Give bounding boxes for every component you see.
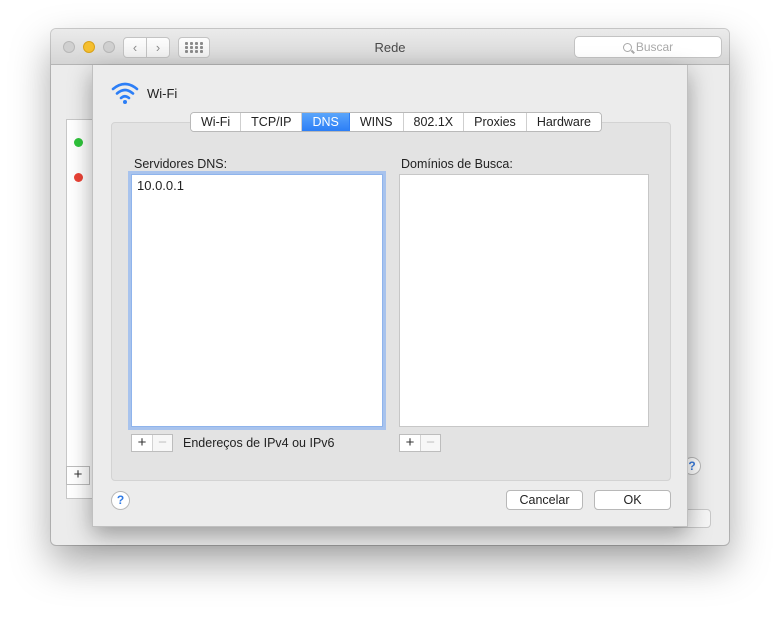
help-button[interactable]: ? xyxy=(111,491,130,510)
tab-wins[interactable]: WINS xyxy=(349,113,404,131)
status-connected-icon xyxy=(74,138,83,147)
dns-servers-list[interactable]: 10.0.0.1 xyxy=(131,174,383,427)
tab-bar: Wi-Fi TCP/IP DNS WINS 802.1X Proxies Har… xyxy=(190,112,602,132)
tab-tcpip[interactable]: TCP/IP xyxy=(241,113,303,131)
tab-wifi[interactable]: Wi-Fi xyxy=(191,113,242,131)
search-domains-label: Domínios de Busca: xyxy=(401,157,513,171)
tab-8021x[interactable]: 802.1X xyxy=(403,113,465,131)
search-field[interactable]: Buscar xyxy=(574,36,722,58)
tab-proxies[interactable]: Proxies xyxy=(464,113,527,131)
search-placeholder: Buscar xyxy=(635,40,674,54)
add-service-button[interactable]: + xyxy=(66,466,90,485)
dns-servers-label: Servidores DNS: xyxy=(134,157,228,171)
remove-dns-server-button[interactable]: − xyxy=(152,435,172,451)
dns-servers-add-remove: + − xyxy=(131,434,173,452)
add-dns-server-button[interactable]: + xyxy=(132,435,152,451)
ok-button[interactable]: OK xyxy=(594,490,671,510)
search-icon xyxy=(622,42,632,52)
search-domains-add-remove: + − xyxy=(399,434,441,452)
tab-hardware[interactable]: Hardware xyxy=(526,113,601,131)
search-domains-list[interactable] xyxy=(399,174,649,427)
tab-dns[interactable]: DNS xyxy=(302,113,350,131)
interface-name: Wi-Fi xyxy=(147,86,178,101)
dns-hint-text: Endereços de IPv4 ou IPv6 xyxy=(183,436,335,450)
cancel-button[interactable]: Cancelar xyxy=(506,490,583,510)
advanced-settings-sheet: Wi-Fi Wi-Fi TCP/IP DNS WINS 802.1X Proxi… xyxy=(92,65,688,527)
wifi-icon xyxy=(111,82,139,104)
remove-search-domain-button[interactable]: − xyxy=(420,435,440,451)
add-search-domain-button[interactable]: + xyxy=(400,435,420,451)
title-bar: ‹ › Rede Buscar xyxy=(51,29,729,65)
list-item[interactable]: 10.0.0.1 xyxy=(137,178,184,193)
status-disconnected-icon xyxy=(74,173,83,182)
